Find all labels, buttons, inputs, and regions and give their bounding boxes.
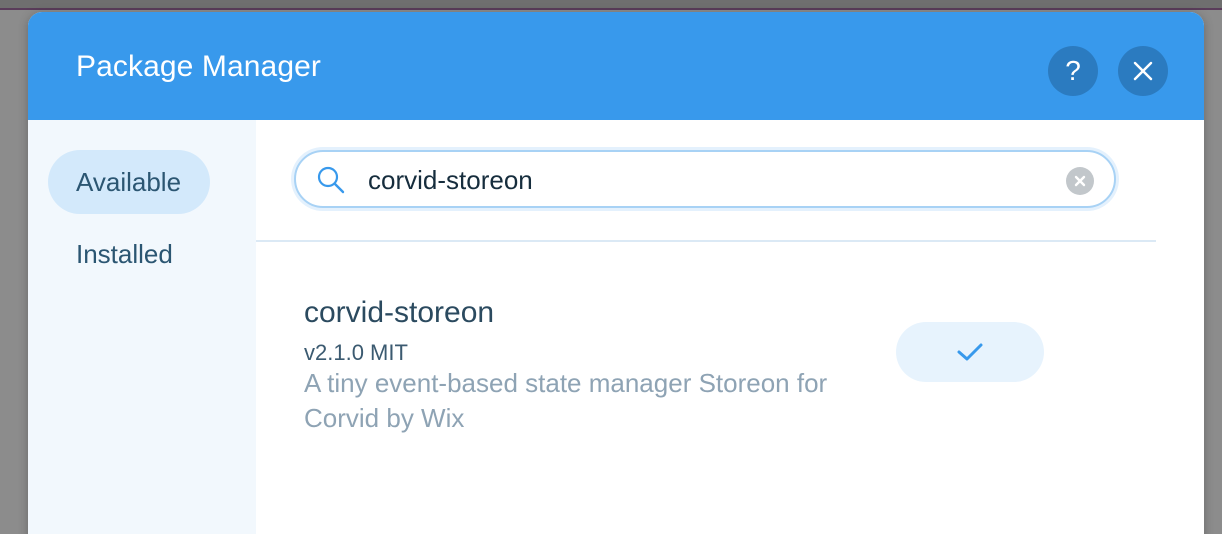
search-input[interactable] [368,164,1048,196]
search-box[interactable] [294,150,1116,208]
help-icon: ? [1065,55,1081,86]
sidebar-item-label: Installed [76,238,173,269]
checkmark-icon [957,343,983,361]
help-button[interactable]: ? [1048,46,1098,96]
installed-status-button[interactable] [896,322,1044,382]
close-button[interactable] [1118,46,1168,96]
dialog-title: Package Manager [76,50,321,83]
search-icon [317,166,345,194]
sidebar-item-label: Available [76,166,182,197]
dialog-header: Package Manager ? [28,12,1204,120]
divider [256,240,1156,242]
clear-icon[interactable] [1066,167,1094,195]
package-name: corvid-storeon [304,296,495,329]
main-panel: corvid-storeon v2.1.0 MIT A tiny event-b… [256,120,1204,534]
package-version-license: v2.1.0 MIT [304,340,408,365]
sidebar-item-available[interactable]: Available [48,150,210,214]
sidebar-item-installed[interactable]: Installed [48,222,210,286]
page-backdrop [0,0,1222,10]
x-icon [1074,175,1086,187]
close-icon [1133,61,1153,81]
package-manager-dialog: Package Manager ? Available Installed co… [28,12,1204,534]
sidebar: Available Installed [28,120,256,534]
package-description: A tiny event-based state manager Storeon… [304,368,828,433]
